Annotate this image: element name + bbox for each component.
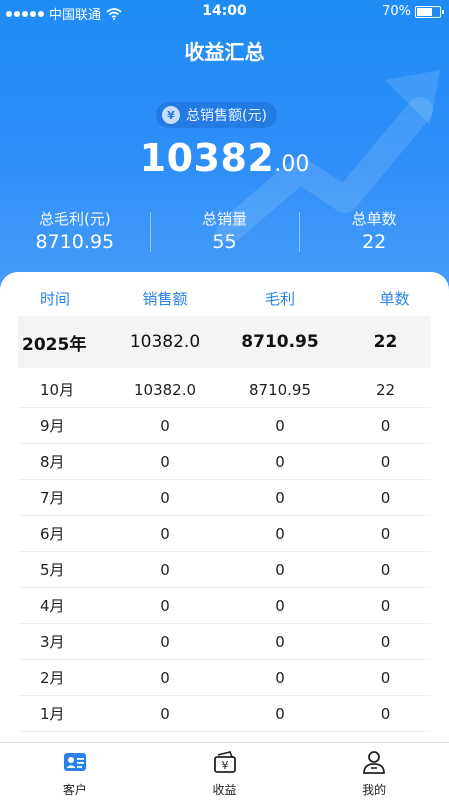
row-orders: 22 <box>375 380 396 399</box>
row-profit: 0 <box>275 596 285 615</box>
row-orders: 0 <box>380 560 391 579</box>
tab-label: 收益 <box>212 783 237 797</box>
table-row[interactable]: 9月 0 0 0 <box>18 408 431 444</box>
table-row[interactable]: 1月 0 0 0 <box>18 696 431 732</box>
table-row[interactable]: 7月 0 0 0 <box>18 480 431 516</box>
row-sales: 0 <box>160 704 170 723</box>
row-sales: 0 <box>160 668 170 687</box>
year-period: 2025年 <box>22 334 87 355</box>
row-period: 3月 <box>40 633 65 651</box>
row-sales: 0 <box>160 452 170 471</box>
row-sales: 0 <box>160 524 170 543</box>
stat-total-volume: 总销量 55 <box>149 208 300 256</box>
header-time: 时间 <box>39 290 70 308</box>
row-profit: 0 <box>275 668 285 687</box>
profile-person-icon <box>363 751 386 774</box>
row-profit: 0 <box>275 452 285 471</box>
row-sales: 0 <box>160 488 170 507</box>
status-bar: 中国联通 14:00 70% <box>0 0 449 26</box>
yen-icon: ¥ <box>162 106 180 124</box>
total-sales-amount: 10382.00 <box>0 136 449 180</box>
row-sales: 0 <box>160 416 170 435</box>
stat-value: 22 <box>362 231 387 253</box>
row-period: 8月 <box>40 453 65 471</box>
table-row[interactable]: 8月 0 0 0 <box>18 444 431 480</box>
year-summary-row[interactable]: 2025年 10382.0 8710.95 22 <box>18 316 431 368</box>
stat-label: 总单数 <box>351 210 397 228</box>
stat-value: 8710.95 <box>35 231 115 253</box>
battery-icon <box>415 5 444 18</box>
row-period: 9月 <box>40 417 65 435</box>
page-title: 收益汇总 <box>184 40 265 64</box>
header-orders: 单数 <box>379 290 410 308</box>
stat-gross-profit: 总毛利(元) 8710.95 <box>0 208 150 256</box>
header-sales: 销售额 <box>142 290 188 308</box>
row-profit: 0 <box>275 524 285 543</box>
table-row[interactable]: 3月 0 0 0 <box>18 624 431 660</box>
row-period: 4月 <box>40 597 65 615</box>
tab-income[interactable]: ¥ 收益 <box>150 743 300 800</box>
year-sales: 10382.0 <box>129 332 201 352</box>
table-row[interactable]: 6月 0 0 0 <box>18 516 431 552</box>
income-table-panel: 时间 销售额 毛利 单数 2025年 10382.0 8710.95 22 10… <box>0 272 449 742</box>
row-period: 7月 <box>40 489 65 507</box>
row-sales: 0 <box>160 560 170 579</box>
stat-label: 总毛利(元) <box>38 210 111 228</box>
row-period: 1月 <box>40 705 65 723</box>
row-sales: 0 <box>160 596 170 615</box>
month-rows: 10月 10382.0 8710.95 22 9月 0 0 0 8月 0 0 0 7月 0 0 0 6月… <box>0 372 449 732</box>
row-orders: 0 <box>380 524 391 543</box>
row-period: 10月 <box>40 381 75 399</box>
table-row[interactable]: 5月 0 0 0 <box>18 552 431 588</box>
bottom-tab-bar: 客户 ¥ 收益 我的 <box>0 742 449 800</box>
stat-value: 55 <box>212 231 237 253</box>
row-period: 2月 <box>40 669 65 687</box>
row-profit: 0 <box>275 488 285 507</box>
row-profit: 0 <box>275 632 285 651</box>
row-profit: 8710.95 <box>248 380 312 399</box>
table-row[interactable]: 4月 0 0 0 <box>18 588 431 624</box>
row-sales: 10382.0 <box>133 380 197 399</box>
row-profit: 0 <box>275 704 285 723</box>
row-sales: 0 <box>160 632 170 651</box>
total-sales-integer: 10382 <box>139 136 275 180</box>
summary-stats: 总毛利(元) 8710.95 总销量 55 总单数 22 <box>0 208 449 256</box>
row-orders: 0 <box>380 488 391 507</box>
year-orders: 22 <box>373 332 398 352</box>
row-period: 6月 <box>40 525 65 543</box>
row-orders: 0 <box>380 632 391 651</box>
year-profit: 8710.95 <box>241 332 319 352</box>
stat-label: 总销量 <box>202 210 248 228</box>
hero-banner: 中国联通 14:00 70% 收益汇总 ¥ 总销售额(元) 10382.00 总… <box>0 0 449 300</box>
row-period: 5月 <box>40 561 65 579</box>
stat-total-orders: 总单数 22 <box>299 208 449 256</box>
row-orders: 0 <box>380 596 391 615</box>
table-header: 时间 销售额 毛利 单数 <box>0 288 449 309</box>
tab-customer[interactable]: 客户 <box>0 743 150 800</box>
table-row[interactable]: 10月 10382.0 8710.95 22 <box>18 372 431 408</box>
tab-label: 我的 <box>362 783 387 797</box>
svg-text:¥: ¥ <box>221 759 228 772</box>
row-orders: 0 <box>380 416 391 435</box>
row-orders: 0 <box>380 704 391 723</box>
row-orders: 0 <box>380 668 391 687</box>
table-row[interactable]: 2月 0 0 0 <box>18 660 431 696</box>
battery-percent: 70% <box>382 4 411 19</box>
row-profit: 0 <box>275 560 285 579</box>
total-sales-decimal: .00 <box>274 152 310 177</box>
income-yen-icon: ¥ <box>213 751 236 773</box>
row-profit: 0 <box>275 416 285 435</box>
header-profit: 毛利 <box>264 290 295 308</box>
total-sales-label: ¥ 总销售额(元) <box>156 102 277 128</box>
tab-profile[interactable]: 我的 <box>299 743 449 800</box>
total-sales-label-text: 总销售额(元) <box>186 108 267 124</box>
customer-card-icon <box>63 753 86 771</box>
row-orders: 0 <box>380 452 391 471</box>
tab-label: 客户 <box>62 783 87 797</box>
